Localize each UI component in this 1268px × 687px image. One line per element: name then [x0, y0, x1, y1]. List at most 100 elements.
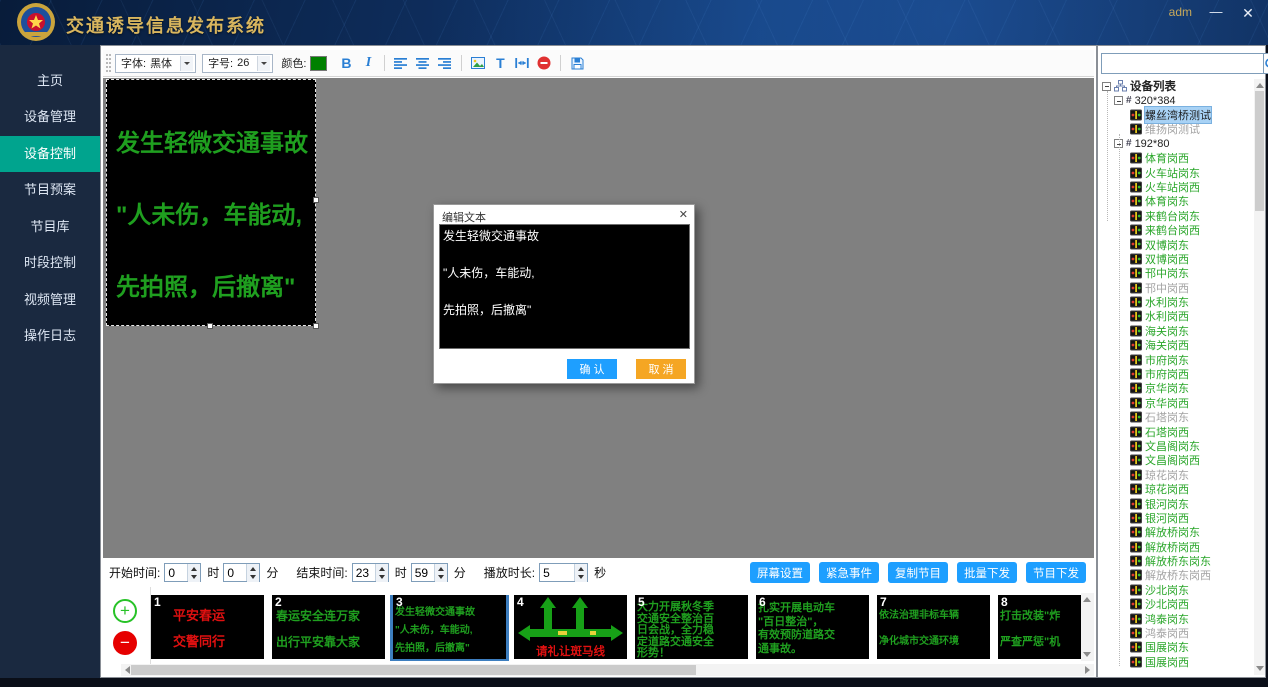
sidebar-item[interactable]: 主页 [0, 63, 100, 99]
minimize-icon[interactable]: — [1204, 2, 1228, 24]
chevron-down-icon[interactable] [180, 56, 193, 71]
action-button[interactable]: 紧急事件 [819, 562, 879, 583]
end-minute-stepper[interactable] [411, 563, 448, 582]
playlist-item[interactable]: 6扎实开展电动车"百日整治"，有效预防道路交通事故。 [756, 595, 869, 659]
add-item-button[interactable]: + [113, 599, 137, 623]
close-icon[interactable]: ✕ [679, 208, 688, 221]
tree-device[interactable]: 海关岗西 [1100, 338, 1253, 352]
tree-device[interactable]: 市府岗东 [1100, 352, 1253, 366]
tree-device[interactable]: 沙北岗东 [1100, 583, 1253, 597]
horizontal-scrollbar[interactable] [121, 664, 1094, 676]
spinner-down-icon[interactable] [575, 573, 587, 582]
tree-device[interactable]: 水利岗东 [1100, 295, 1253, 309]
chevron-down-icon[interactable] [257, 56, 270, 71]
tree-expand-icon[interactable] [1114, 96, 1123, 105]
start-hour-stepper[interactable] [164, 563, 201, 582]
tree-device[interactable]: 文昌阁岗东 [1100, 439, 1253, 453]
tree-device[interactable]: 邗中岗西 [1100, 280, 1253, 294]
italic-icon[interactable]: I [359, 54, 377, 73]
tree-device[interactable]: 琼花岗东 [1100, 468, 1253, 482]
tree-root[interactable]: 设备列表 [1100, 79, 1253, 93]
scrollbar-thumb[interactable] [1255, 91, 1264, 211]
vertical-scrollbar[interactable] [1081, 593, 1094, 661]
tree-device[interactable]: 螺丝湾桥测试 [1100, 108, 1253, 122]
sidebar-item[interactable]: 时段控制 [0, 245, 100, 281]
scroll-down-icon[interactable] [1254, 663, 1266, 675]
start-minute-input[interactable] [224, 564, 246, 581]
playlist-item[interactable]: 3发生轻微交通事故"人未伤，车能动,先拍照，后撤离" [393, 595, 506, 659]
action-button[interactable]: 屏幕设置 [750, 562, 810, 583]
tree-device[interactable]: 银河岗西 [1100, 511, 1253, 525]
tree-device[interactable]: 石塔岗东 [1100, 410, 1253, 424]
tree-device[interactable]: 鸿泰岗西 [1100, 626, 1253, 640]
device-search-input[interactable] [1101, 53, 1264, 74]
playlist-item[interactable]: 1平安春运交警同行 [151, 595, 264, 659]
spinner-up-icon[interactable] [435, 564, 447, 573]
insert-text-icon[interactable]: T [491, 54, 509, 73]
tree-device[interactable]: 京华岗东 [1100, 381, 1253, 395]
tree-device[interactable]: 海关岗东 [1100, 324, 1253, 338]
spinner-down-icon[interactable] [188, 573, 200, 582]
align-left-icon[interactable] [392, 54, 410, 73]
start-hour-input[interactable] [165, 564, 187, 581]
sidebar-item[interactable]: 操作日志 [0, 318, 100, 354]
spinner-down-icon[interactable] [435, 573, 447, 582]
spinner-up-icon[interactable] [575, 564, 587, 573]
tree-device[interactable]: 体育岗西 [1100, 151, 1253, 165]
resize-handle[interactable] [313, 323, 319, 329]
spinner-up-icon[interactable] [376, 564, 388, 573]
sidebar-item[interactable]: 设备管理 [0, 99, 100, 135]
tree-device[interactable]: 石塔岗西 [1100, 424, 1253, 438]
tree-device[interactable]: 来鹤台岗西 [1100, 223, 1253, 237]
tree-device[interactable]: 邗中岗东 [1100, 266, 1253, 280]
dialog-textarea[interactable] [439, 224, 690, 349]
tree-device[interactable]: 琼花岗西 [1100, 482, 1253, 496]
action-button[interactable]: 批量下发 [957, 562, 1017, 583]
remove-item-button[interactable]: − [113, 631, 137, 655]
delete-icon[interactable] [535, 54, 553, 73]
duration-input[interactable] [540, 564, 574, 581]
scroll-up-icon[interactable] [1081, 593, 1093, 605]
tree-device[interactable]: 火车站岗西 [1100, 180, 1253, 194]
led-preview[interactable]: 发生轻微交通事故"人未伤，车能动,先拍照，后撤离" [106, 79, 316, 326]
sidebar-item[interactable]: 节目库 [0, 209, 100, 245]
spinner-down-icon[interactable] [247, 573, 259, 582]
tree-device[interactable]: 市府岗西 [1100, 367, 1253, 381]
font-family-select[interactable]: 字体: 黑体 [115, 54, 196, 73]
action-button[interactable]: 节目下发 [1026, 562, 1086, 583]
tree-device[interactable]: 解放桥东岗东 [1100, 554, 1253, 568]
sidebar-item[interactable]: 视频管理 [0, 282, 100, 318]
playlist-item[interactable]: 7依法治理非标车辆净化城市交通环境 [877, 595, 990, 659]
start-minute-stepper[interactable] [223, 563, 260, 582]
scroll-right-icon[interactable] [1082, 664, 1094, 676]
playlist-item[interactable]: 2春运安全连万家出行平安靠大家 [272, 595, 385, 659]
tree-device[interactable]: 国展岗西 [1100, 655, 1253, 669]
font-size-select[interactable]: 字号: 26 [202, 54, 273, 73]
scroll-down-icon[interactable] [1081, 649, 1093, 661]
spinner-up-icon[interactable] [247, 564, 259, 573]
tree-device[interactable]: 解放桥岗东 [1100, 525, 1253, 539]
tree-device[interactable]: 京华岗西 [1100, 396, 1253, 410]
sidebar-item[interactable]: 节目预案 [0, 172, 100, 208]
resize-handle[interactable] [207, 323, 213, 329]
tree-device[interactable]: 解放桥东岗西 [1100, 568, 1253, 582]
tree-group[interactable]: #320*384 [1100, 93, 1253, 107]
tree-device[interactable]: 维扬岗测试 [1100, 122, 1253, 136]
end-hour-input[interactable] [353, 564, 375, 581]
spinner-down-icon[interactable] [376, 573, 388, 582]
tree-device[interactable]: 火车站岗东 [1100, 165, 1253, 179]
tree-expand-icon[interactable] [1102, 82, 1111, 91]
tree-device[interactable]: 国展岗东 [1100, 640, 1253, 654]
save-icon[interactable] [568, 54, 586, 73]
tree-device[interactable]: 体育岗东 [1100, 194, 1253, 208]
playlist-item[interactable]: 4请礼让斑马线 [514, 595, 627, 659]
playlist-item[interactable]: 5大力开展秋冬季交通安全整治百日会战，全力稳定道路交通安全形势！ [635, 595, 748, 659]
insert-image-icon[interactable] [469, 54, 487, 73]
spinner-up-icon[interactable] [188, 564, 200, 573]
scrollbar-thumb[interactable] [131, 665, 696, 675]
tree-device[interactable]: 双博岗西 [1100, 252, 1253, 266]
sidebar-item[interactable]: 设备控制 [0, 136, 100, 172]
end-minute-input[interactable] [412, 564, 434, 581]
tree-device[interactable]: 沙北岗西 [1100, 597, 1253, 611]
duration-stepper[interactable] [539, 563, 588, 582]
